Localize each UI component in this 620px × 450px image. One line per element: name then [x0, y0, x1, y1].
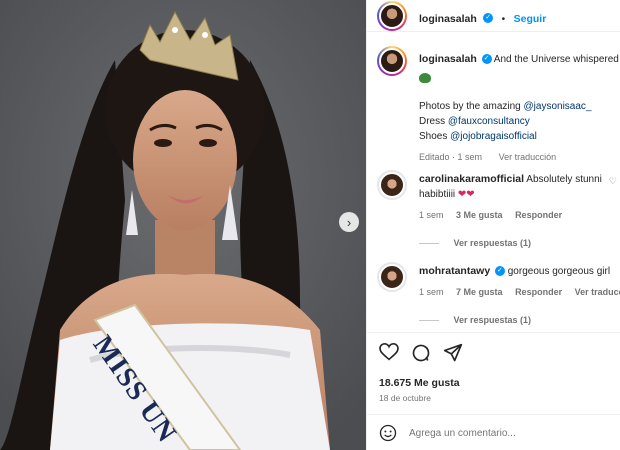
comment-username[interactable]: carolinakaramofficial [419, 173, 524, 185]
caption-text: And the Universe whispered [493, 54, 619, 65]
see-translation-link[interactable]: Ver traducción [499, 152, 557, 162]
caption-time: 1 sem [457, 152, 483, 162]
post-media: MISS UN › [0, 0, 366, 450]
comment-icon[interactable] [411, 343, 431, 368]
shoes-label: Shoes [419, 131, 448, 142]
comment-likes[interactable]: 3 Me gusta [456, 210, 503, 220]
comment-text: Absolutely stunni [526, 174, 602, 185]
caption-username[interactable]: loginasalah [419, 53, 477, 65]
red-heart-emoji-icon: ❤❤ [457, 189, 475, 200]
comment-avatar[interactable] [377, 262, 407, 292]
comment-likes[interactable]: 7 Me gusta [456, 287, 503, 297]
verified-icon: ✓ [494, 266, 505, 277]
heart-icon[interactable] [379, 342, 399, 366]
comment-time: 1 sem [419, 210, 444, 220]
post-panel: loginasalah ✓ • Seguir loginasalah ✓ And… [366, 0, 620, 450]
emoji-icon[interactable] [379, 424, 397, 447]
replies-divider [419, 320, 439, 322]
credits-text: Photos by the amazing [419, 101, 521, 112]
edited-label: Editado [419, 152, 450, 162]
comment-item: mohratantawy ✓ gorgeous gorgeous girl 1 … [419, 264, 620, 325]
plant-emoji-icon [419, 72, 431, 83]
view-replies-button[interactable]: Ver respuestas (1) [454, 315, 532, 325]
reply-button[interactable]: Responder [515, 210, 562, 220]
shoes-credit-link[interactable]: @jojobragaisofficial [450, 131, 537, 142]
comment-like-heart-icon[interactable]: ♡ [609, 176, 617, 187]
comment-username[interactable]: mohratantawy [419, 265, 490, 277]
comment-input[interactable] [409, 424, 609, 442]
caption-avatar[interactable] [377, 46, 407, 76]
dress-credit-link[interactable]: @fauxconsultancy [448, 116, 530, 127]
see-translation-link[interactable]: Ver traducción [575, 287, 620, 297]
dress-label: Dress [419, 116, 446, 127]
comment-composer [367, 414, 620, 450]
caption: loginasalah ✓ And the Universe whispered… [419, 52, 619, 162]
header-row: loginasalah ✓ • Seguir [419, 9, 546, 27]
reply-button[interactable]: Responder [515, 287, 562, 297]
chevron-right-icon: › [346, 214, 352, 230]
author-username[interactable]: loginasalah [419, 13, 477, 25]
photographer-link[interactable]: @jaysonisaac_ [524, 101, 592, 112]
post-header: loginasalah ✓ • Seguir [367, 0, 620, 32]
share-icon[interactable] [443, 343, 463, 368]
verified-icon: ✓ [483, 12, 494, 23]
likes-count[interactable]: 18.675 Me gusta [379, 377, 460, 389]
portrait-photo [0, 0, 366, 450]
comment-text: gorgeous gorgeous girl [507, 266, 611, 277]
view-replies-button[interactable]: Ver respuestas (1) [454, 238, 532, 248]
replies-divider [419, 243, 439, 245]
follow-button[interactable]: Seguir [514, 13, 547, 25]
separator-dot: • [501, 14, 506, 25]
comment-time: 1 sem [419, 287, 444, 297]
author-avatar[interactable] [377, 1, 407, 31]
comment-avatar[interactable] [377, 170, 407, 200]
post-date: 18 de octubre [379, 393, 431, 403]
comment-text-continued: habibtiiii [419, 189, 456, 200]
next-media-button[interactable]: › [339, 212, 359, 232]
verified-icon: ✓ [481, 54, 492, 65]
comment-item: carolinakaramofficial Absolutely stunni … [419, 172, 620, 248]
